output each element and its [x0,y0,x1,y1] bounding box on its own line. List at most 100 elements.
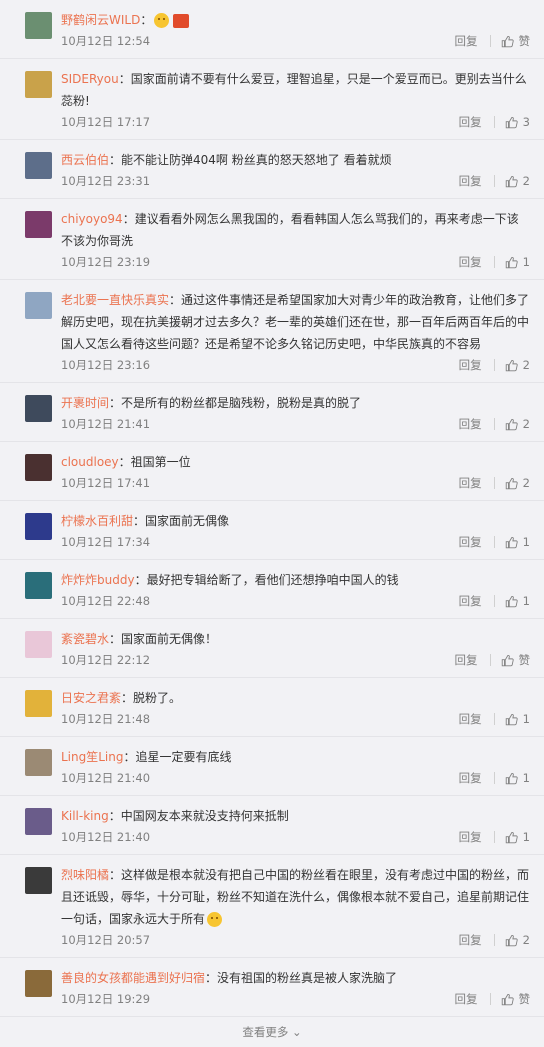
comment-text: 烈味阳橘：这样做是根本就没有把自己中国的粉丝看在眼里，没有考虑过中国的粉丝，而且… [61,864,530,930]
reply-button[interactable]: 回复 [455,988,478,1010]
username-link[interactable]: 老北要一直快乐真实 [61,293,169,307]
comment-text: 老北要一直快乐真实：通过这件事情还是希望国家加大对青少年的政治教育，让他们多了解… [61,289,530,355]
like-button[interactable]: 2 [505,170,530,192]
thumbs-up-icon [501,993,519,1006]
name-separator: ： [121,691,134,705]
name-separator: ： [140,13,153,27]
comment-list: 野鹤闲云WILD： 10月12日 12:54 回复赞 SIDERyou：国家面前请不要… [0,0,544,1017]
avatar[interactable] [25,71,52,98]
like-button[interactable]: 2 [505,354,530,376]
reply-button[interactable]: 回复 [459,767,482,789]
reply-button[interactable]: 回复 [459,354,482,376]
avatar[interactable] [25,867,52,894]
like-button[interactable]: 1 [505,590,530,612]
like-button[interactable]: 赞 [501,988,530,1010]
comment-body: 国家面前无偶像 [145,514,230,528]
username-link[interactable]: cloudloey [61,455,119,469]
username-link[interactable]: SIDERyou [61,72,119,86]
thumbs-up-icon [505,116,523,129]
comment-actions: 回复 1 [459,826,530,848]
name-separator: ： [169,293,182,307]
comment-text: 日安之君紊：脱粉了。 [61,687,530,709]
comment-text: Ling笙Ling：追星一定要有底线 [61,746,530,768]
username-link[interactable]: 开裹时间 [61,396,109,410]
comment-meta: 10月12日 21:48 回复 1 [61,708,530,730]
like-button[interactable]: 2 [505,929,530,951]
reply-button[interactable]: 回复 [459,590,482,612]
like-button[interactable]: 2 [505,472,530,494]
comment-item: 老北要一直快乐真实：通过这件事情还是希望国家加大对青少年的政治教育，让他们多了解… [0,280,544,383]
reply-button[interactable]: 回复 [459,111,482,133]
avatar[interactable] [25,690,52,717]
username-link[interactable]: 烈味阳橘 [61,868,109,882]
like-button[interactable]: 1 [505,826,530,848]
avatar[interactable] [25,12,52,39]
name-separator: ： [109,868,122,882]
divider [493,418,495,430]
username-link[interactable]: 野鹤闲云WILD [61,13,140,27]
thumbs-up-icon [505,831,523,844]
avatar[interactable] [25,454,52,481]
like-button[interactable]: 1 [505,251,530,273]
avatar[interactable] [25,292,52,319]
comment-actions: 回复 2 [459,413,530,435]
name-separator: ： [109,153,122,167]
like-button[interactable]: 1 [505,708,530,730]
like-button[interactable]: 3 [505,111,530,133]
reply-button[interactable]: 回复 [459,531,482,553]
comment-actions: 回复 2 [459,929,530,951]
divider [489,35,491,47]
avatar[interactable] [25,749,52,776]
avatar[interactable] [25,395,52,422]
comment-time: 10月12日 21:41 [61,417,151,431]
username-link[interactable]: 善良的女孩都能遇到好归宿 [61,971,205,985]
comment-meta: 10月12日 22:48 回复 1 [61,590,530,612]
thumbs-up-icon [501,35,519,48]
like-button[interactable]: 赞 [501,30,530,52]
like-button[interactable]: 2 [505,413,530,435]
username-link[interactable]: 炸炸炸buddy [61,573,135,587]
divider [493,536,495,548]
reply-button[interactable]: 回复 [459,413,482,435]
avatar[interactable] [25,808,52,835]
comment-actions: 回复 2 [459,354,530,376]
reply-button[interactable]: 回复 [459,251,482,273]
comment-body: 中国网友本来就没支持何来抵制 [120,809,289,823]
username-link[interactable]: Kill-king [61,809,109,823]
thumbs-up-icon [501,654,519,667]
reply-button[interactable]: 回复 [459,472,482,494]
avatar[interactable] [25,211,52,238]
avatar[interactable] [25,631,52,658]
reply-button[interactable]: 回复 [459,170,482,192]
comment-item: cloudloey：祖国第一位 10月12日 17:41 回复 2 [0,442,544,501]
avatar[interactable] [25,970,52,997]
load-more-button[interactable]: 查看更多 ⌄ [0,1017,544,1041]
like-button[interactable]: 1 [505,531,530,553]
comment-item: 紊瓷碧水：国家面前无偶像！ 10月12日 22:12 回复 赞 [0,619,544,678]
reply-button[interactable]: 回复 [459,826,482,848]
like-count: 2 [522,417,530,431]
divider [493,359,495,371]
reply-button[interactable]: 回复 [459,929,482,951]
avatar[interactable] [25,152,52,179]
username-link[interactable]: Ling笙Ling [61,750,124,764]
like-button[interactable]: 赞 [501,649,530,671]
avatar[interactable] [25,572,52,599]
thumbs-up-icon [505,595,523,608]
username-link[interactable]: 柠檬水百利甜 [61,514,133,528]
comment-time: 10月12日 17:17 [61,115,151,129]
reply-button[interactable]: 回复 [459,708,482,730]
comment-meta: 10月12日 23:19 回复 1 [61,251,530,273]
comment-actions: 回复 2 [459,170,530,192]
avatar[interactable] [25,513,52,540]
username-link[interactable]: 紊瓷碧水 [61,632,109,646]
like-button[interactable]: 1 [505,767,530,789]
comment-time: 10月12日 23:16 [61,358,151,372]
reply-button[interactable]: 回复 [455,30,478,52]
username-link[interactable]: chiyoyo94 [61,212,123,226]
comment-item: 野鹤闲云WILD： 10月12日 12:54 回复 赞 [0,0,544,59]
reply-button[interactable]: 回复 [455,649,478,671]
username-link[interactable]: 西云伯伯 [61,153,109,167]
username-link[interactable]: 日安之君紊 [61,691,121,705]
name-separator: ： [205,971,218,985]
